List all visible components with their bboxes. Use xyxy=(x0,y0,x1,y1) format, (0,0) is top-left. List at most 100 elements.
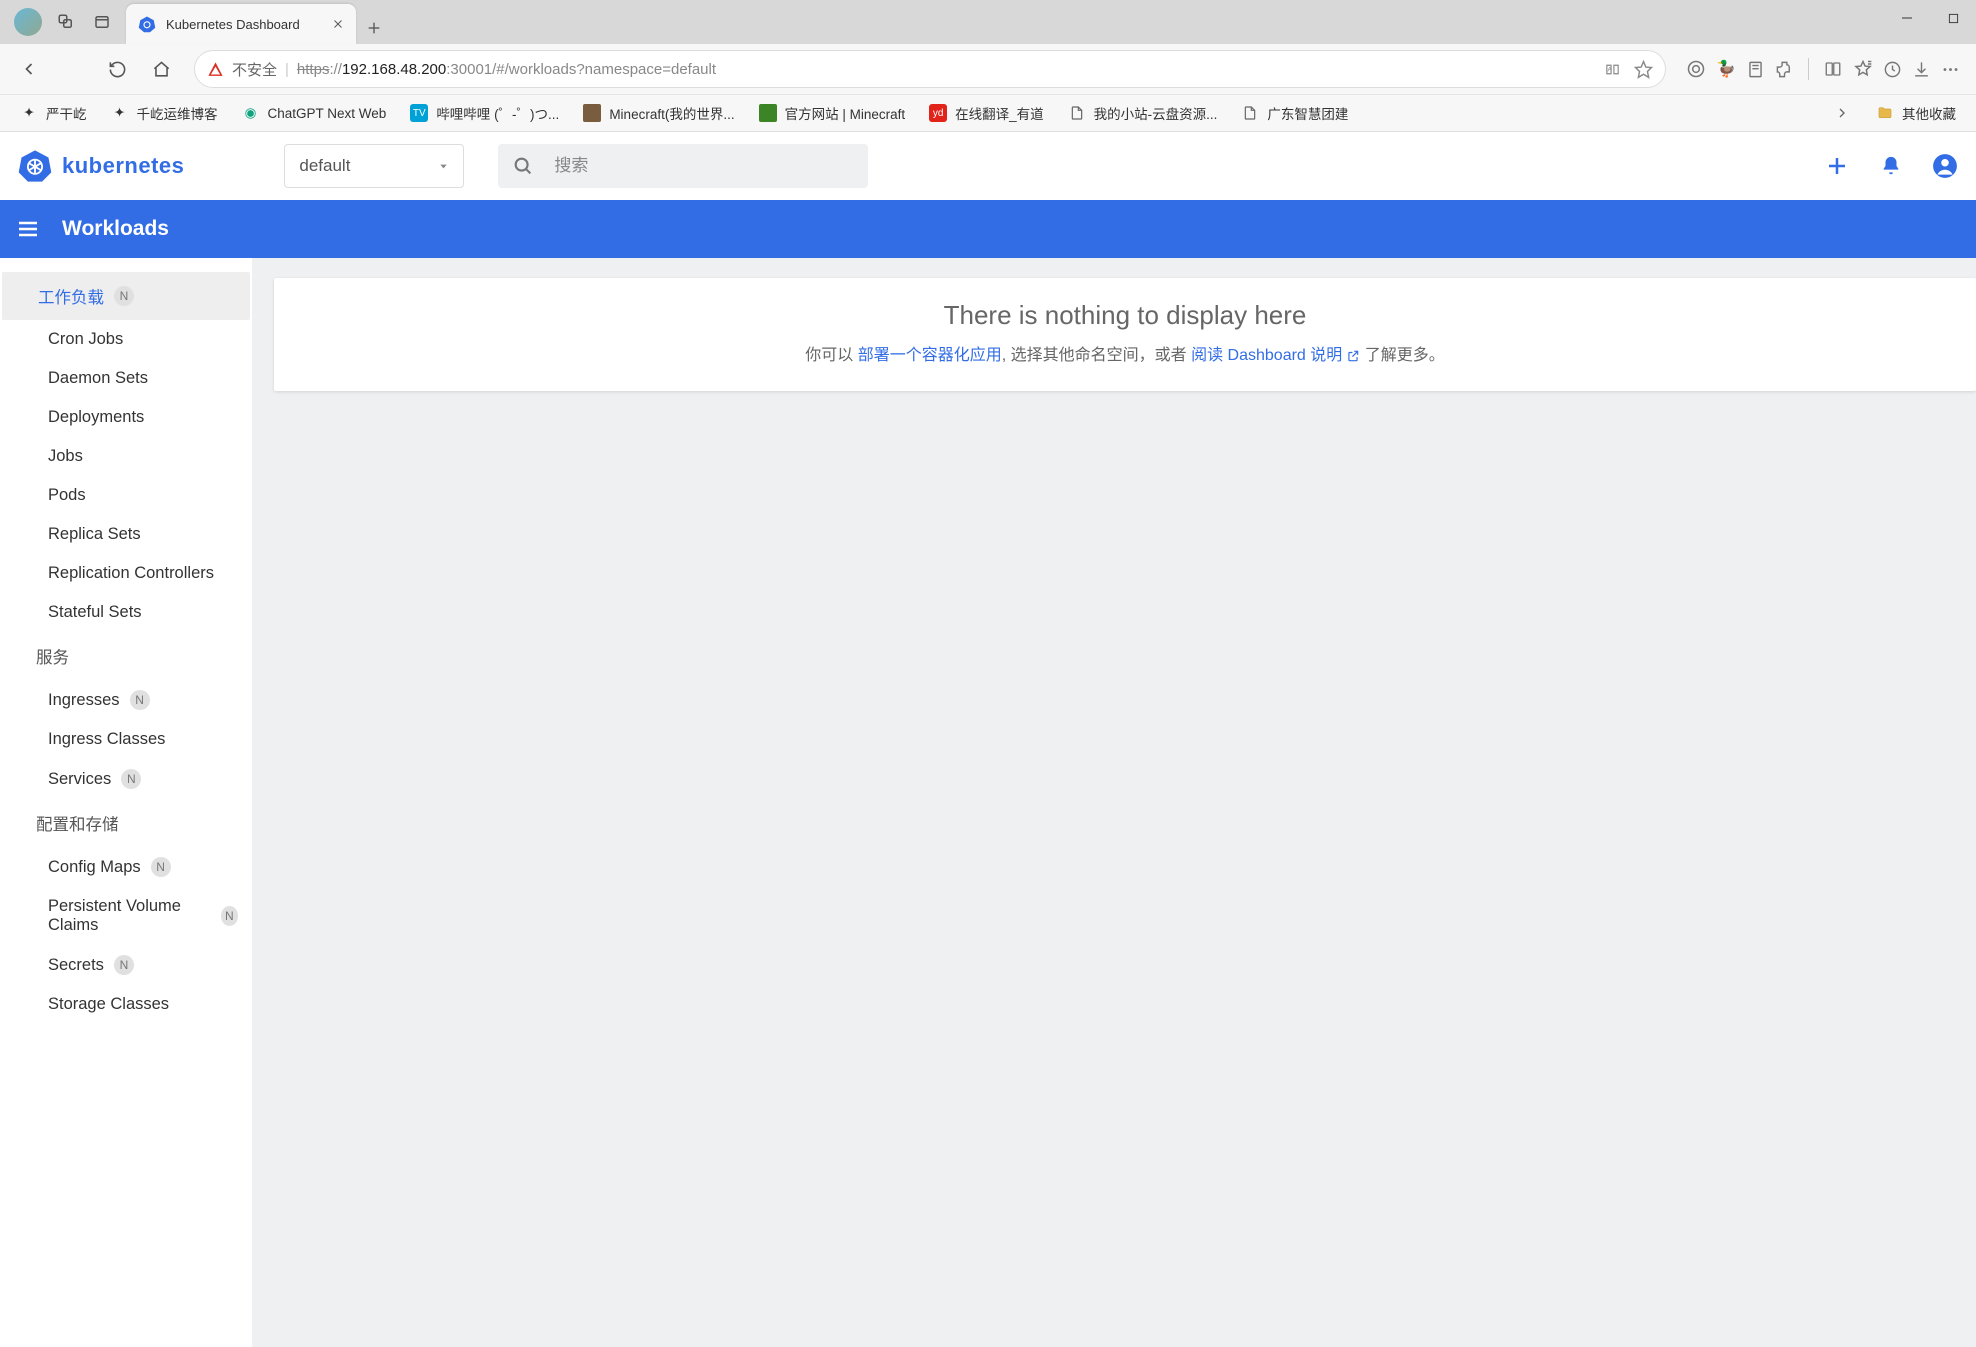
main-content: There is nothing to display here 你可以 部署一… xyxy=(252,258,1976,1347)
bookmark-favicon-icon xyxy=(583,104,601,122)
workspaces-icon[interactable] xyxy=(52,8,80,36)
sidebar-item-configmaps[interactable]: Config MapsN xyxy=(0,847,252,887)
bookmark-favicon-icon: ✦ xyxy=(111,104,129,122)
empty-state-subtitle: 你可以 部署一个容器化应用, 选择其他命名空间，或者 阅读 Dashboard … xyxy=(304,341,1946,365)
namespace-badge: N xyxy=(114,955,134,975)
bookmark-favicon-icon: ✦ xyxy=(20,104,38,122)
sidebar-section-service[interactable]: 服务 xyxy=(0,632,252,680)
favorite-icon[interactable] xyxy=(1634,60,1653,79)
sidebar-item-secrets[interactable]: SecretsN xyxy=(0,945,252,985)
back-button[interactable] xyxy=(10,50,48,88)
bookmark-item[interactable]: Minecraft(我的世界... xyxy=(573,99,744,127)
other-bookmarks-folder[interactable]: 其他收藏 xyxy=(1866,99,1966,127)
favorites-icon[interactable] xyxy=(1853,59,1873,79)
not-secure-label: 不安全 xyxy=(232,59,277,80)
sidebar-section-workloads[interactable]: 工作负载 N xyxy=(2,272,250,320)
bookmark-item[interactable]: TV哔哩哔哩 (゜-゜)つ... xyxy=(400,99,569,127)
dashboard-docs-link[interactable]: 阅读 Dashboard 说明 xyxy=(1191,347,1360,364)
reader-mode-icon[interactable]: A xyxy=(1603,61,1622,78)
app-body: 工作负载 N Cron Jobs Daemon Sets Deployments… xyxy=(0,258,1976,1347)
collections-icon[interactable] xyxy=(1746,60,1765,79)
bookmark-favicon-icon: yd xyxy=(929,104,947,122)
sidebar-item-storageclasses[interactable]: Storage Classes xyxy=(0,985,252,1024)
tab-close-icon[interactable] xyxy=(332,18,344,30)
extensions-button-icon[interactable] xyxy=(1775,60,1794,79)
titlebar: Kubernetes Dashboard xyxy=(0,0,1976,44)
bookmark-item[interactable]: 官方网站 | Minecraft xyxy=(749,99,916,127)
sidebar-item-pods[interactable]: Pods xyxy=(0,476,252,515)
kubernetes-brand-text: kubernetes xyxy=(62,153,184,179)
sidebar-item-services[interactable]: ServicesN xyxy=(0,759,252,799)
page-header: Workloads xyxy=(0,200,1976,258)
tab-actions-icon[interactable] xyxy=(88,8,116,36)
profile-avatar[interactable] xyxy=(14,8,42,36)
new-tab-button[interactable] xyxy=(366,20,382,36)
app-topbar: kubernetes default xyxy=(0,132,1976,200)
bookmark-item[interactable]: ✦严干屹 xyxy=(10,99,97,127)
kubernetes-favicon-icon xyxy=(138,15,156,33)
kubernetes-logo-icon xyxy=(18,149,52,183)
history-icon[interactable] xyxy=(1883,60,1902,79)
search-input[interactable] xyxy=(554,156,854,176)
external-link-icon xyxy=(1346,349,1360,363)
namespace-select[interactable]: default xyxy=(284,144,464,188)
refresh-button[interactable] xyxy=(98,50,136,88)
deploy-app-link[interactable]: 部署一个容器化应用 xyxy=(858,347,1002,364)
sidebar-item-pvc[interactable]: Persistent Volume ClaimsN xyxy=(0,887,252,945)
sidebar-item-daemonsets[interactable]: Daemon Sets xyxy=(0,359,252,398)
sidebar: 工作负载 N Cron Jobs Daemon Sets Deployments… xyxy=(0,258,252,1347)
sidebar-section-config[interactable]: 配置和存储 xyxy=(0,799,252,847)
file-icon xyxy=(1241,104,1259,122)
bookmark-overflow-icon[interactable] xyxy=(1834,105,1850,121)
home-button[interactable] xyxy=(142,50,180,88)
namespace-badge: N xyxy=(114,286,134,306)
address-divider: | xyxy=(285,61,289,78)
notifications-icon[interactable] xyxy=(1878,153,1904,179)
bookmark-item[interactable]: ◉ChatGPT Next Web xyxy=(232,100,397,126)
chevron-down-icon xyxy=(438,161,449,172)
sidebar-item-replicationcontrollers[interactable]: Replication Controllers xyxy=(0,554,252,593)
sidebar-item-jobs[interactable]: Jobs xyxy=(0,437,252,476)
window-controls xyxy=(1884,0,1976,36)
sidebar-item-statefulsets[interactable]: Stateful Sets xyxy=(0,593,252,632)
bookmark-item[interactable]: 我的小站-云盘资源... xyxy=(1058,99,1228,127)
browser-chrome: Kubernetes Dashboard 不安全 | https://192.1… xyxy=(0,0,1976,132)
kubernetes-logo[interactable]: kubernetes xyxy=(18,149,184,183)
address-row: 不安全 | https://192.168.48.200:30001/#/wor… xyxy=(0,44,1976,94)
split-screen-icon[interactable] xyxy=(1823,60,1843,78)
downloads-icon[interactable] xyxy=(1912,60,1931,79)
address-bar[interactable]: 不安全 | https://192.168.48.200:30001/#/wor… xyxy=(194,50,1666,88)
empty-state-title: There is nothing to display here xyxy=(304,300,1946,331)
namespace-badge: N xyxy=(121,769,141,789)
bookmark-favicon-icon: ◉ xyxy=(242,104,260,122)
browser-tab[interactable]: Kubernetes Dashboard xyxy=(126,4,356,44)
svg-text:A: A xyxy=(1608,66,1613,73)
create-button[interactable] xyxy=(1824,153,1850,179)
search-icon xyxy=(512,155,534,177)
search-box[interactable] xyxy=(498,144,868,188)
sidebar-item-ingresses[interactable]: IngressesN xyxy=(0,680,252,720)
extension-icon-2[interactable]: 🦆 xyxy=(1716,59,1736,79)
security-warning-icon xyxy=(207,61,224,78)
bookmark-item[interactable]: yd在线翻译_有道 xyxy=(919,99,1054,127)
more-icon[interactable] xyxy=(1941,60,1960,79)
file-icon xyxy=(1068,104,1086,122)
app-root: kubernetes default Workloads 工作负载 N Cron… xyxy=(0,132,1976,1347)
sidebar-item-replicasets[interactable]: Replica Sets xyxy=(0,515,252,554)
bookmarks-bar: ✦严干屹 ✦千屹运维博客 ◉ChatGPT Next Web TV哔哩哔哩 (゜… xyxy=(0,94,1976,132)
namespace-badge: N xyxy=(130,690,150,710)
page-title: Workloads xyxy=(62,217,169,241)
bookmark-item[interactable]: 广东智慧团建 xyxy=(1231,99,1358,127)
window-maximize-button[interactable] xyxy=(1930,0,1976,36)
sidebar-item-cronjobs[interactable]: Cron Jobs xyxy=(0,320,252,359)
menu-icon[interactable] xyxy=(16,217,40,241)
extension-icon-1[interactable] xyxy=(1686,59,1706,79)
sidebar-item-deployments[interactable]: Deployments xyxy=(0,398,252,437)
bookmark-item[interactable]: ✦千屹运维博客 xyxy=(101,99,228,127)
sidebar-item-ingressclasses[interactable]: Ingress Classes xyxy=(0,720,252,759)
window-minimize-button[interactable] xyxy=(1884,0,1930,36)
namespace-badge: N xyxy=(221,906,238,926)
extensions-row: 🦆 xyxy=(1680,58,1966,80)
user-menu-icon[interactable] xyxy=(1932,153,1958,179)
empty-state-card: There is nothing to display here 你可以 部署一… xyxy=(274,278,1976,391)
